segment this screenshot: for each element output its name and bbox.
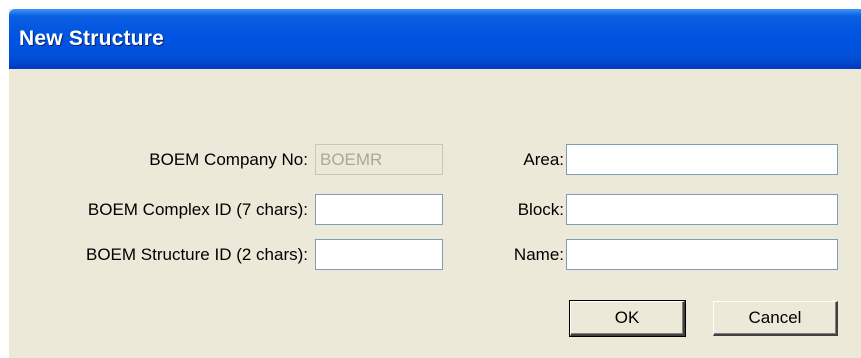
structure-id-label: BOEM Structure ID (2 chars): <box>86 245 308 264</box>
block-field[interactable] <box>566 194 838 225</box>
new-structure-dialog: New Structure BOEM Company No: BOEM Comp… <box>9 9 861 358</box>
block-label: Block: <box>517 200 564 219</box>
company-no-field <box>315 144 443 175</box>
company-no-label: BOEM Company No: <box>149 150 308 169</box>
structure-id-field[interactable] <box>315 239 443 270</box>
name-label: Name: <box>513 245 564 264</box>
area-field[interactable] <box>566 144 838 175</box>
complex-id-field[interactable] <box>315 194 443 225</box>
dialog-title: New Structure <box>19 27 164 50</box>
name-field[interactable] <box>566 239 838 270</box>
ok-button[interactable]: OK <box>569 300 686 337</box>
cancel-button[interactable]: Cancel <box>713 301 838 336</box>
area-label: Area: <box>523 150 564 169</box>
title-bar[interactable]: New Structure <box>9 9 861 69</box>
complex-id-label: BOEM Complex ID (7 chars): <box>87 200 308 219</box>
